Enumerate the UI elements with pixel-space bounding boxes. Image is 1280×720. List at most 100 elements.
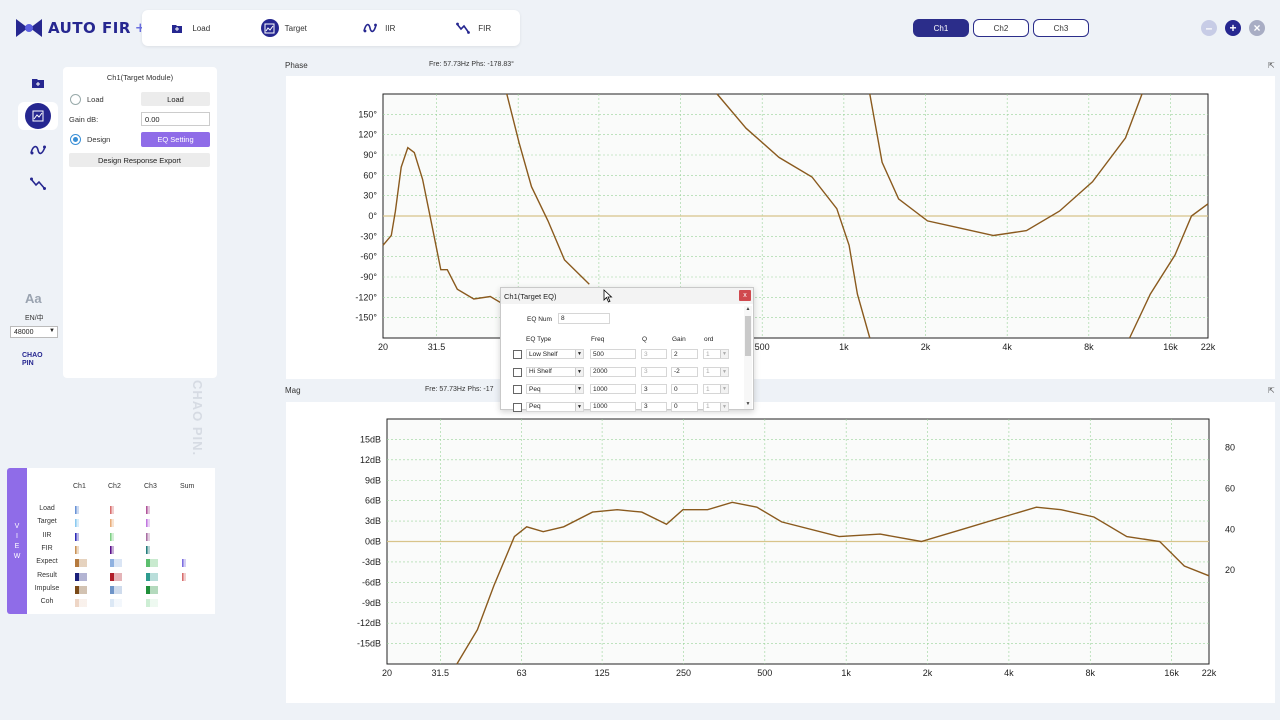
eq-gain-input[interactable]: -2	[671, 366, 698, 377]
eq-ord-select[interactable]: 1 ▼	[703, 401, 729, 412]
eq-q-input[interactable]: 3	[641, 384, 667, 394]
rail-fir-button[interactable]	[25, 170, 51, 196]
legend-swatch[interactable]	[146, 559, 158, 568]
eq-ord-select[interactable]: 1 ▼	[703, 366, 729, 377]
view-tab[interactable]: V I E W	[7, 468, 27, 614]
x-tick-label: 2k	[921, 342, 931, 352]
legend-swatch[interactable]	[110, 599, 122, 608]
eq-freq-input[interactable]: 2000	[590, 366, 636, 377]
legend-swatch[interactable]	[75, 506, 79, 514]
phase-chart-title: Phase	[285, 61, 308, 70]
expand-icon[interactable]: ⇱	[1268, 386, 1275, 395]
rail-load-button[interactable]	[25, 70, 51, 96]
legend-swatch[interactable]	[75, 572, 87, 581]
eq-q-input[interactable]: 3	[641, 366, 667, 377]
dialog-scrollbar[interactable]: ▲ ▼	[744, 306, 752, 409]
eq-freq-input[interactable]: 500	[590, 349, 636, 359]
load-radio[interactable]	[70, 94, 81, 105]
dialog-close-button[interactable]: x	[739, 290, 751, 301]
design-response-export-button[interactable]: Design Response Export	[69, 153, 210, 167]
eq-ord-select[interactable]: 1 ▼	[703, 384, 729, 394]
scroll-down-icon[interactable]: ▼	[744, 401, 752, 409]
add-button[interactable]: +	[1225, 20, 1241, 36]
legend-swatch[interactable]	[146, 519, 150, 528]
design-option[interactable]: Design	[70, 134, 110, 145]
sample-rate-select[interactable]: 48000 ▼	[10, 326, 58, 338]
legend-column-header: Ch1	[73, 483, 86, 490]
eq-ord-select[interactable]: 1 ▼	[703, 349, 729, 359]
logo-mark-icon	[16, 19, 42, 37]
scroll-up-icon[interactable]: ▲	[744, 306, 752, 314]
eq-row-checkbox[interactable]	[513, 402, 522, 412]
legend-swatch[interactable]	[75, 532, 79, 541]
nav-target[interactable]: Target	[237, 10, 332, 46]
legend-swatch[interactable]	[110, 572, 122, 581]
legend-swatch[interactable]	[110, 519, 114, 528]
eq-setting-button[interactable]: EQ Setting	[141, 132, 210, 147]
scroll-thumb[interactable]	[745, 316, 751, 356]
legend-swatch[interactable]	[75, 519, 79, 528]
eq-type-select[interactable]: Hi Shelf ▼	[526, 366, 584, 377]
close-button[interactable]: ×	[1249, 20, 1265, 36]
eq-row-checkbox[interactable]	[513, 367, 522, 377]
rail-target-button[interactable]	[25, 103, 51, 129]
eq-type-select[interactable]: Low Shelf ▼	[526, 349, 584, 359]
mag-chart[interactable]: 20 31.5 63 125 250 500 1k 2k 4k 8k 16k 22k 15dB 12dB 9…	[286, 402, 1275, 703]
legend-swatch[interactable]	[146, 585, 158, 594]
eq-gain-input[interactable]: 0	[671, 384, 698, 394]
legend-swatch[interactable]	[146, 599, 158, 608]
nav-iir[interactable]: IIR	[331, 10, 426, 46]
legend-swatch[interactable]	[110, 559, 122, 568]
legend-swatch[interactable]	[110, 545, 114, 554]
tab-ch2[interactable]: Ch2	[973, 19, 1029, 37]
eq-type-select[interactable]: Peq ▼	[526, 384, 584, 394]
legend-swatch[interactable]	[75, 599, 87, 608]
eq-q-input[interactable]: 3	[641, 401, 667, 412]
legend-swatch[interactable]	[182, 572, 186, 581]
y-tick-label: 0dB	[365, 537, 381, 547]
nav-fir[interactable]: FIR	[426, 10, 521, 46]
font-size-icon[interactable]: Aa	[25, 291, 42, 306]
eq-gain-input[interactable]: 2	[671, 349, 698, 359]
legend-swatch[interactable]	[146, 572, 158, 581]
y-tick-label: -15dB	[357, 639, 381, 649]
legend-row-label: Coh	[40, 598, 54, 606]
eq-gain-input[interactable]: 0	[671, 401, 698, 412]
eq-freq-input[interactable]: 1000	[590, 384, 636, 394]
eq-ord-value: 1	[706, 403, 710, 410]
legend-swatch[interactable]	[75, 585, 87, 594]
legend-swatch[interactable]	[182, 559, 186, 568]
language-toggle[interactable]: EN/中	[25, 313, 44, 323]
expand-icon[interactable]: ⇱	[1268, 61, 1275, 70]
eq-freq-input[interactable]: 1000	[590, 401, 636, 412]
legend-swatch[interactable]	[110, 532, 114, 541]
legend-column-header: Sum	[180, 483, 195, 490]
gain-input[interactable]: 0.00	[141, 112, 210, 126]
eq-row-checkbox[interactable]	[513, 385, 522, 394]
tab-ch3[interactable]: Ch3	[1033, 19, 1089, 37]
target-module-panel: Ch1(Target Module) Load Load Gain dB: 0.…	[63, 67, 217, 378]
eq-num-input[interactable]: 8	[558, 313, 610, 324]
load-option[interactable]: Load	[70, 94, 104, 105]
eq-row-checkbox[interactable]	[513, 350, 522, 359]
design-radio[interactable]	[70, 134, 81, 145]
y-tick-label: 90°	[363, 150, 377, 160]
dialog-title-bar[interactable]: Ch1(Target EQ)	[501, 288, 753, 304]
x-tick-label: 4k	[1002, 342, 1012, 352]
rail-iir-button[interactable]	[25, 137, 51, 163]
nav-load[interactable]: Load	[142, 10, 237, 46]
eq-type-select[interactable]: Peq ▼	[526, 401, 584, 412]
eq-q-input[interactable]: 3	[641, 349, 667, 359]
minimize-button[interactable]: –	[1201, 20, 1217, 36]
iir-icon	[361, 19, 379, 37]
legend-swatch[interactable]	[110, 506, 114, 514]
legend-swatch[interactable]	[75, 559, 87, 568]
legend-swatch[interactable]	[146, 506, 150, 514]
legend-swatch[interactable]	[146, 545, 150, 554]
legend-swatch[interactable]	[110, 585, 122, 594]
legend-swatch[interactable]	[146, 532, 150, 541]
phase-chart[interactable]: 2031.5631252505001k2k4k8k16k22k150°120°9…	[286, 76, 1275, 379]
load-button[interactable]: Load	[141, 92, 210, 106]
tab-ch1[interactable]: Ch1	[913, 19, 969, 37]
legend-swatch[interactable]	[75, 545, 79, 554]
